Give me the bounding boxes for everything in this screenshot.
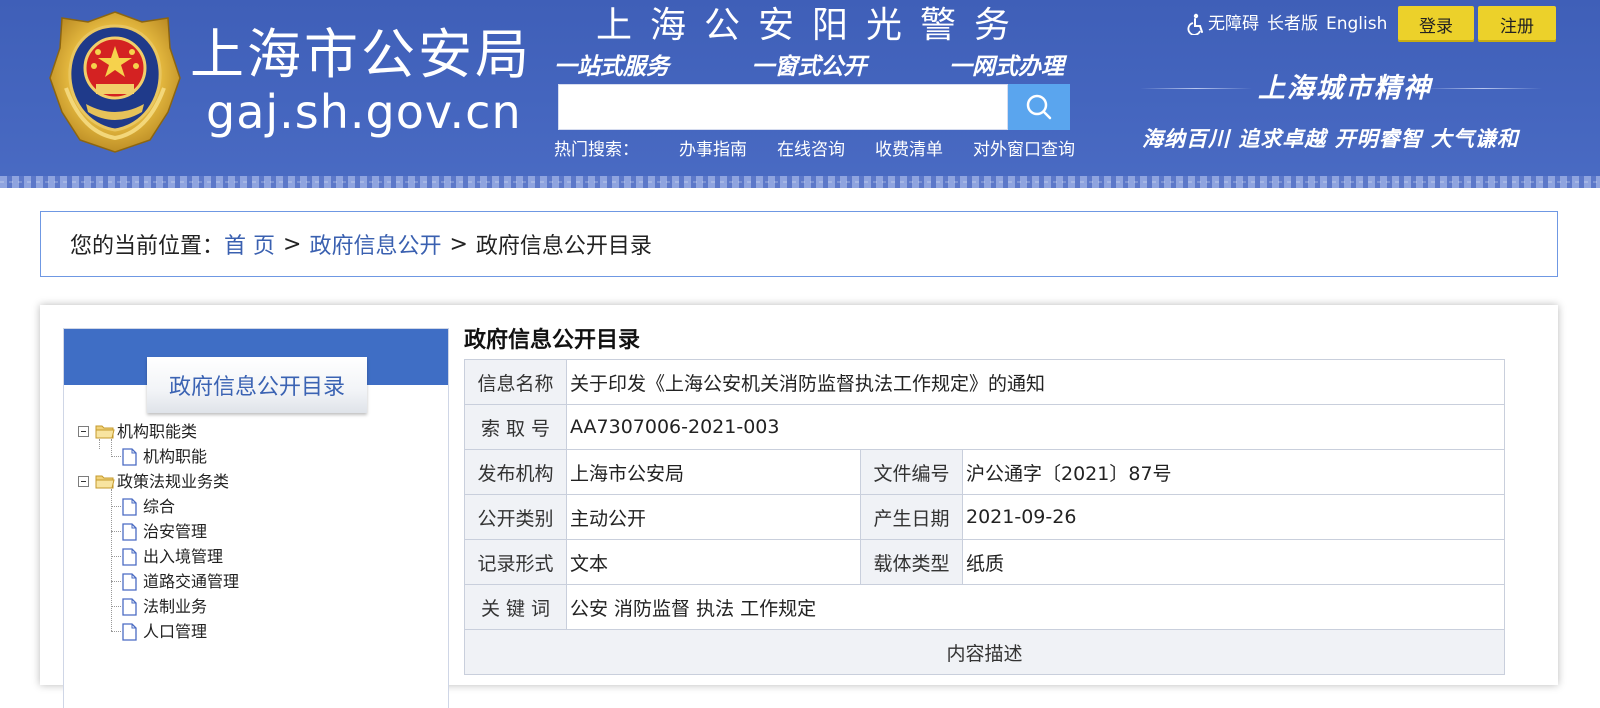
tree-item-immigration[interactable]: 出入境管理 bbox=[78, 544, 239, 569]
info-table: 信息名称 关于印发《上海公安机关消防监督执法工作规定》的通知 索 取 号 AA7… bbox=[464, 359, 1505, 675]
sidebar: 政府信息公开目录 机构职能类 机构职能 政策法规业务类 综合 治安管理 出入境管… bbox=[63, 328, 449, 708]
header-decorative-strip bbox=[0, 176, 1600, 188]
tree-item-label: 道路交通管理 bbox=[143, 572, 240, 591]
tree-item-general[interactable]: 综合 bbox=[78, 494, 239, 519]
slogan-sub-3: 一网式办理 bbox=[949, 53, 1064, 80]
elder-version-link[interactable]: 长者版 bbox=[1267, 12, 1318, 36]
breadcrumb-separator: > bbox=[449, 231, 468, 257]
breadcrumb-home[interactable]: 首 页 bbox=[224, 228, 275, 260]
site-header: 上海市公安局 gaj.sh.gov.cn 上海公安阳光警务 一站式服务 一窗式公… bbox=[0, 0, 1600, 188]
tree-folder-policy[interactable]: 政策法规业务类 bbox=[78, 469, 239, 494]
publisher-value: 上海市公安局 bbox=[566, 449, 861, 495]
breadcrumb-separator: > bbox=[283, 231, 302, 257]
document-icon bbox=[122, 522, 137, 541]
police-emblem-icon[interactable] bbox=[46, 8, 184, 156]
table-row: 发布机构 上海市公安局 文件编号 沪公通字〔2021〕87号 bbox=[464, 449, 1505, 495]
search-button[interactable] bbox=[1008, 84, 1070, 130]
tree-item-org-function[interactable]: 机构职能 bbox=[78, 444, 239, 469]
hot-link-guide[interactable]: 办事指南 bbox=[679, 138, 747, 162]
row-key: 发布机构 bbox=[464, 449, 567, 495]
register-button[interactable]: 注册 bbox=[1478, 6, 1556, 42]
logo-title[interactable]: 上海市公安局 bbox=[190, 24, 532, 86]
table-row: 内容描述 bbox=[464, 629, 1505, 675]
tree-item-label: 出入境管理 bbox=[143, 547, 224, 566]
description-header: 内容描述 bbox=[464, 629, 1505, 675]
tree-item-label: 治安管理 bbox=[143, 522, 208, 541]
tree-item-population[interactable]: 人口管理 bbox=[78, 619, 239, 644]
tree-item-traffic[interactable]: 道路交通管理 bbox=[78, 569, 239, 594]
info-name-value: 关于印发《上海公安机关消防监督执法工作规定》的通知 bbox=[566, 359, 1505, 405]
hot-search-label: 热门搜索： bbox=[554, 140, 639, 160]
hot-link-fees[interactable]: 收费清单 bbox=[875, 138, 943, 162]
hot-link-window-query[interactable]: 对外窗口查询 bbox=[973, 138, 1075, 162]
tree-item-label: 综合 bbox=[143, 497, 176, 516]
category-value: 主动公开 bbox=[566, 494, 861, 540]
carrier-value: 纸质 bbox=[962, 539, 1505, 585]
document-icon bbox=[122, 572, 137, 591]
slogan-sub-1: 一站式服务 bbox=[554, 53, 669, 80]
index-number-value: AA7307006-2021-003 bbox=[566, 404, 1505, 450]
table-row: 公开类别 主动公开 产生日期 2021-09-26 bbox=[464, 494, 1505, 540]
date-value: 2021-09-26 bbox=[962, 494, 1505, 540]
login-button[interactable]: 登录 bbox=[1398, 6, 1474, 42]
document-icon bbox=[122, 497, 137, 516]
city-spirit-title: 上海城市精神 bbox=[1258, 73, 1432, 104]
table-row: 关 键 词 公安 消防监督 执法 工作规定 bbox=[464, 584, 1505, 630]
catalog-tree: 机构职能类 机构职能 政策法规业务类 综合 治安管理 出入境管理 道路交通管理 … bbox=[78, 419, 239, 644]
info-title: 政府信息公开目录 bbox=[464, 328, 641, 353]
hot-link-consult[interactable]: 在线咨询 bbox=[777, 138, 845, 162]
main-card: 政府信息公开目录 机构职能类 机构职能 政策法规业务类 综合 治安管理 出入境管… bbox=[40, 305, 1558, 708]
folder-open-icon bbox=[95, 425, 115, 439]
row-key: 关 键 词 bbox=[464, 584, 567, 630]
row-key: 记录形式 bbox=[464, 539, 567, 585]
row-key: 索 取 号 bbox=[464, 404, 567, 450]
format-value: 文本 bbox=[566, 539, 861, 585]
table-row: 信息名称 关于印发《上海公安机关消防监督执法工作规定》的通知 bbox=[464, 359, 1505, 405]
document-icon bbox=[122, 547, 137, 566]
folder-open-icon bbox=[95, 475, 115, 489]
row-key: 产生日期 bbox=[860, 494, 963, 540]
tree-item-label: 人口管理 bbox=[143, 622, 208, 641]
tree-folder-label: 机构职能类 bbox=[117, 422, 198, 441]
wheelchair-icon bbox=[1187, 13, 1203, 35]
search-input[interactable] bbox=[558, 84, 1008, 130]
collapse-toggle-icon[interactable] bbox=[78, 426, 89, 437]
breadcrumb-current: 政府信息公开目录 bbox=[475, 234, 652, 259]
table-row: 记录形式 文本 载体类型 纸质 bbox=[464, 539, 1505, 585]
english-link[interactable]: English bbox=[1326, 12, 1387, 36]
tree-folder-org[interactable]: 机构职能类 bbox=[78, 419, 239, 444]
logo-url[interactable]: gaj.sh.gov.cn bbox=[206, 84, 522, 140]
row-key: 载体类型 bbox=[860, 539, 963, 585]
document-icon bbox=[122, 447, 137, 466]
row-key: 信息名称 bbox=[464, 359, 567, 405]
tree-item-public-security[interactable]: 治安管理 bbox=[78, 519, 239, 544]
slogan-sub-row: 一站式服务 一窗式公开 一网式办理 bbox=[554, 52, 1064, 82]
sidebar-title: 政府信息公开目录 bbox=[147, 357, 367, 413]
divider bbox=[1424, 88, 1542, 89]
tree-item-label: 机构职能 bbox=[143, 447, 208, 466]
keywords-value: 公安 消防监督 执法 工作规定 bbox=[566, 584, 1505, 630]
row-key: 文件编号 bbox=[860, 449, 963, 495]
divider bbox=[1140, 88, 1252, 89]
slogan-main: 上海公安阳光警务 bbox=[596, 5, 1029, 46]
doc-number-value: 沪公通字〔2021〕87号 bbox=[962, 449, 1505, 495]
tree-folder-label: 政策法规业务类 bbox=[117, 472, 230, 491]
search-icon bbox=[1026, 94, 1052, 120]
breadcrumb-label: 您的当前位置： bbox=[70, 234, 225, 259]
document-icon bbox=[122, 597, 137, 616]
breadcrumb: 您的当前位置： 首 页 > 政府信息公开 > 政府信息公开目录 bbox=[40, 211, 1558, 277]
slogan-sub-2: 一窗式公开 bbox=[751, 53, 867, 80]
accessibility-link[interactable]: 无障碍 bbox=[1208, 12, 1259, 36]
row-key: 公开类别 bbox=[464, 494, 567, 540]
table-row: 索 取 号 AA7307006-2021-003 bbox=[464, 404, 1505, 450]
breadcrumb-gov-info[interactable]: 政府信息公开 bbox=[309, 228, 441, 260]
tree-item-legal[interactable]: 法制业务 bbox=[78, 594, 239, 619]
city-spirit-motto: 海纳百川 追求卓越 开明睿智 大气谦和 bbox=[1142, 126, 1519, 151]
document-icon bbox=[122, 622, 137, 641]
collapse-toggle-icon[interactable] bbox=[78, 476, 89, 487]
top-links: 无障碍 长者版 English bbox=[1186, 12, 1395, 36]
hot-search: 热门搜索： 办事指南 在线咨询 收费清单 对外窗口查询 bbox=[554, 138, 1105, 162]
tree-item-label: 法制业务 bbox=[143, 597, 208, 616]
